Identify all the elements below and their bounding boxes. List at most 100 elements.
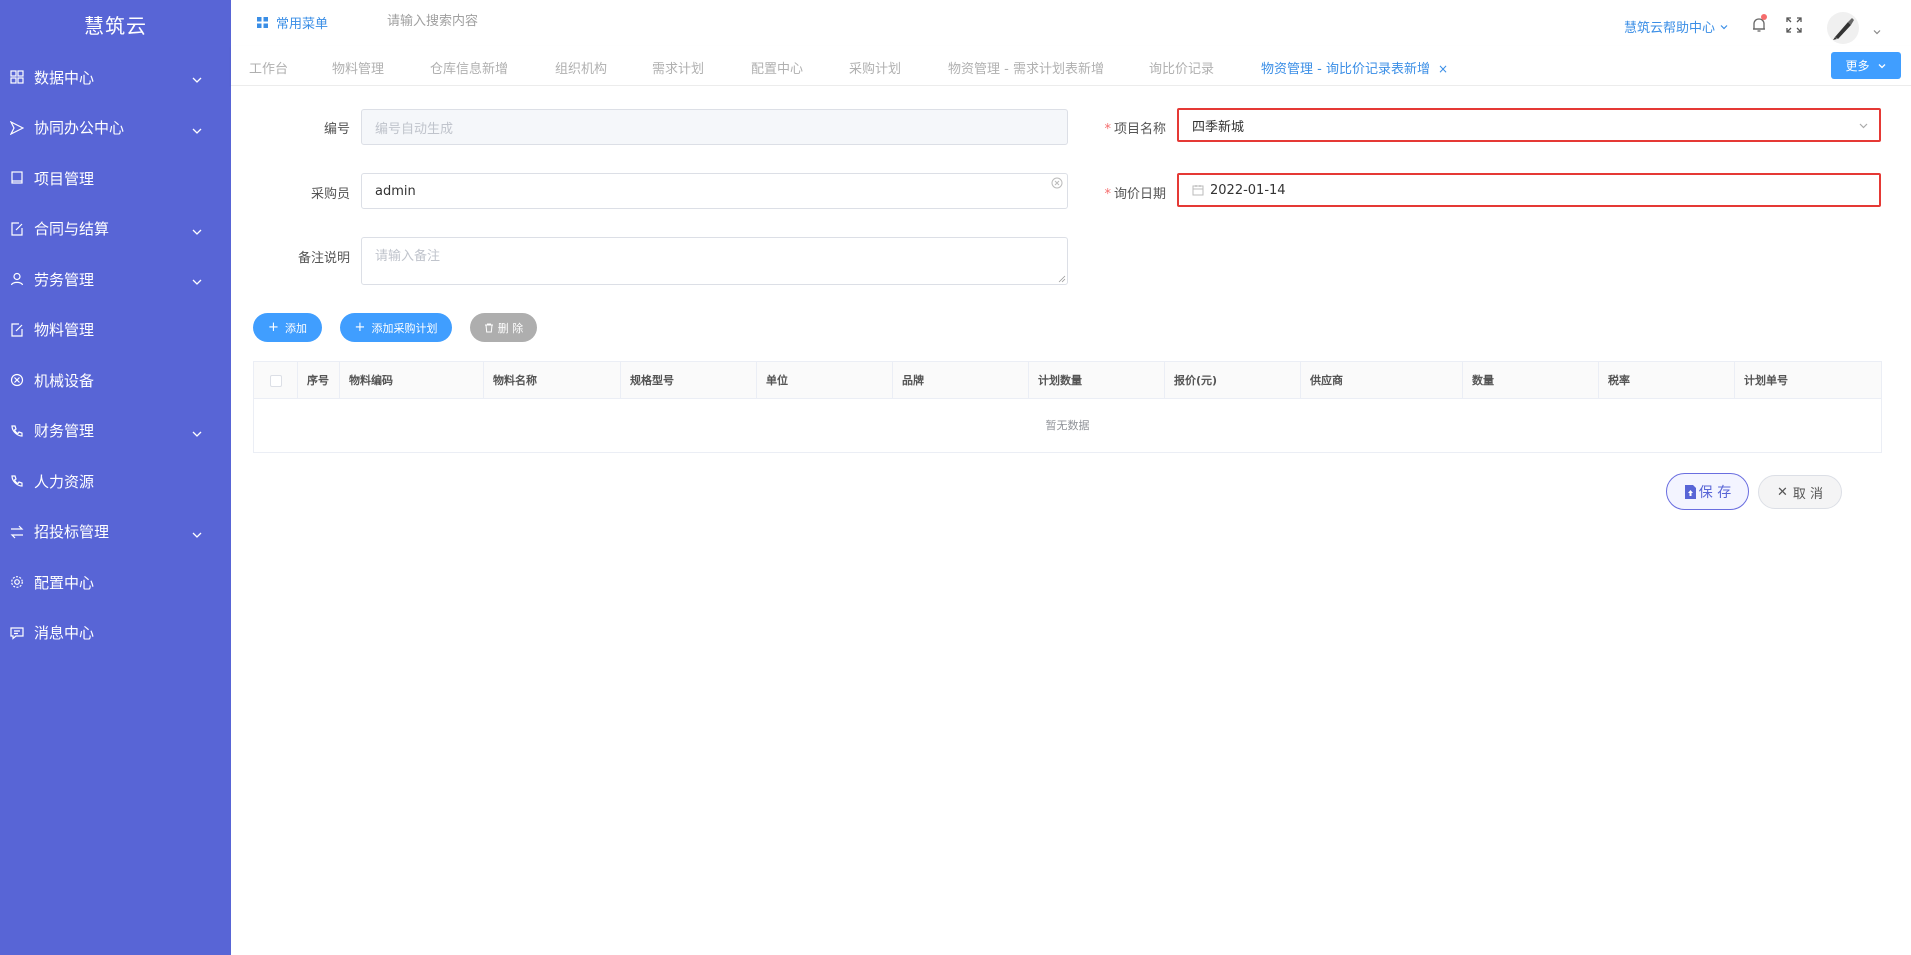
help-center-link[interactable]: 慧筑云帮助中心 <box>1624 17 1729 36</box>
sidebar-item-finance[interactable]: 财务管理 <box>0 406 231 457</box>
column-header: 供应商 <box>1301 362 1463 399</box>
sidebar-item-material[interactable]: 物料管理 <box>0 305 231 356</box>
sidebar-item-bidding[interactable]: 招投标管理 <box>0 507 231 558</box>
column-header: 税率 <box>1599 362 1735 399</box>
sidebar-item-label: 协同办公中心 <box>34 119 125 138</box>
code-field[interactable]: 编号自动生成 <box>361 109 1068 145</box>
clear-icon[interactable] <box>1051 177 1063 189</box>
search-input[interactable] <box>387 9 607 33</box>
column-header: 物料编码 <box>340 362 484 399</box>
help-center-label: 慧筑云帮助中心 <box>1624 21 1716 36</box>
tab-config-center[interactable]: 配置中心 <box>751 58 803 77</box>
sidebar: 慧筑云 数据中心 协同办公中心 项目管理 合同与结算 劳务管理 物料管理 机械设… <box>0 0 231 955</box>
trash-icon <box>484 323 493 332</box>
sidebar-item-config[interactable]: 配置中心 <box>0 557 231 608</box>
sidebar-item-label: 机械设备 <box>34 371 95 390</box>
add-purchase-plan-label: 添加采购计划 <box>371 321 438 335</box>
sidebar-item-project[interactable]: 项目管理 <box>0 153 231 204</box>
message-icon <box>10 626 24 640</box>
favorite-menu-button[interactable]: 常用菜单 <box>257 13 328 32</box>
favorite-menu-label: 常用菜单 <box>276 17 329 32</box>
chevron-down-icon <box>191 71 203 84</box>
select-all-checkbox[interactable] <box>269 374 282 387</box>
remark-textarea[interactable]: 请输入备注 <box>361 237 1068 285</box>
select-all-cell <box>254 362 298 399</box>
cancel-button-label: 取 消 <box>1792 486 1824 502</box>
close-icon: ✕ <box>1776 484 1788 500</box>
column-header: 品牌 <box>893 362 1029 399</box>
top-header: 常用菜单 慧筑云帮助中心 <box>231 0 1911 46</box>
close-icon[interactable]: × <box>1438 62 1448 76</box>
tab-purchase-plan[interactable]: 采购计划 <box>849 58 901 77</box>
sidebar-item-label: 物料管理 <box>34 321 95 340</box>
user-icon <box>10 272 24 286</box>
plus-icon: + <box>354 320 366 335</box>
sidebar-item-label: 招投标管理 <box>34 523 110 542</box>
sidebar-item-contract[interactable]: 合同与结算 <box>0 204 231 255</box>
inquiry-date-label-text: 询价日期 <box>1113 187 1166 202</box>
code-label: 编号 <box>323 122 350 137</box>
project-name-select[interactable]: 四季新城 <box>1177 108 1881 142</box>
tab-workbench[interactable]: 工作台 <box>249 58 288 77</box>
sidebar-item-messages[interactable]: 消息中心 <box>0 608 231 659</box>
calendar-icon <box>1192 185 1204 196</box>
chevron-down-icon <box>191 273 203 286</box>
remark-label: 备注说明 <box>297 251 350 266</box>
chevron-down-icon[interactable] <box>1872 22 1882 35</box>
sidebar-item-labor[interactable]: 劳务管理 <box>0 254 231 305</box>
sidebar-item-label: 财务管理 <box>34 422 95 441</box>
sidebar-item-label: 消息中心 <box>34 624 95 643</box>
tab-demand-plan-new[interactable]: 物资管理 - 需求计划表新增 <box>948 58 1104 77</box>
save-button[interactable]: 保 存 <box>1666 473 1749 510</box>
delete-button[interactable]: 删 除 <box>470 313 537 342</box>
required-mark: * <box>1104 122 1111 137</box>
tab-warehouse-new[interactable]: 仓库信息新增 <box>430 58 508 77</box>
chevron-down-icon <box>191 223 203 235</box>
book-icon <box>10 171 24 185</box>
fullscreen-icon[interactable] <box>1786 17 1802 33</box>
sidebar-item-machinery[interactable]: 机械设备 <box>0 355 231 406</box>
edit-doc-icon <box>10 222 24 236</box>
tab-price-compare[interactable]: 询比价记录 <box>1149 58 1214 77</box>
notification-bell-icon[interactable] <box>1750 14 1768 34</box>
sidebar-item-label: 人力资源 <box>34 472 95 491</box>
buyer-value: admin <box>375 183 416 199</box>
column-header: 报价(元) <box>1165 362 1301 399</box>
form-area <box>231 86 1911 955</box>
tab-organization[interactable]: 组织机构 <box>555 58 607 77</box>
inquiry-date-label: * 询价日期 <box>1100 183 1166 202</box>
sidebar-item-data-center[interactable]: 数据中心 <box>0 52 231 103</box>
brand-title: 慧筑云 <box>84 14 147 38</box>
phone-icon <box>10 474 24 488</box>
project-name-label: * 项目名称 <box>1100 118 1166 137</box>
chevron-down-icon <box>191 122 203 134</box>
avatar[interactable] <box>1827 12 1859 44</box>
tab-label: 物资管理 - 询比价记录表新增 <box>1261 62 1430 77</box>
app-root: 慧筑云 数据中心 协同办公中心 项目管理 合同与结算 劳务管理 物料管理 机械设… <box>0 0 1911 955</box>
buyer-label: 采购员 <box>310 187 350 202</box>
sidebar-item-label: 数据中心 <box>34 68 95 87</box>
add-button[interactable]: + 添加 <box>253 313 322 342</box>
tab-price-compare-new[interactable]: 物资管理 - 询比价记录表新增 × <box>1261 58 1448 77</box>
inquiry-date-picker[interactable]: 2022-01-14 <box>1177 173 1881 207</box>
buyer-field[interactable]: admin <box>361 173 1068 209</box>
more-label: 更多 <box>1845 59 1870 73</box>
more-tabs-button[interactable]: 更多 <box>1831 52 1901 79</box>
sidebar-item-hr[interactable]: 人力资源 <box>0 456 231 507</box>
material-table: 序号 物料编码 物料名称 规格型号 单位 品牌 计划数量 报价(元) 供应商 数… <box>253 361 1882 453</box>
chevron-down-icon <box>1859 123 1868 129</box>
add-button-label: 添加 <box>284 321 307 335</box>
grid-icon <box>257 17 268 28</box>
cancel-button[interactable]: ✕ 取 消 <box>1758 475 1842 509</box>
resize-handle-icon[interactable] <box>1058 275 1066 283</box>
gear-icon <box>10 575 24 589</box>
notification-dot <box>1761 14 1767 20</box>
tab-material[interactable]: 物料管理 <box>332 58 384 77</box>
sidebar-item-label: 合同与结算 <box>34 220 110 239</box>
add-purchase-plan-button[interactable]: + 添加采购计划 <box>340 313 452 342</box>
code-placeholder: 编号自动生成 <box>375 121 454 137</box>
column-header: 数量 <box>1463 362 1599 399</box>
transfer-icon <box>10 525 24 539</box>
sidebar-item-collab-office[interactable]: 协同办公中心 <box>0 103 231 154</box>
tab-demand-plan[interactable]: 需求计划 <box>652 58 704 77</box>
